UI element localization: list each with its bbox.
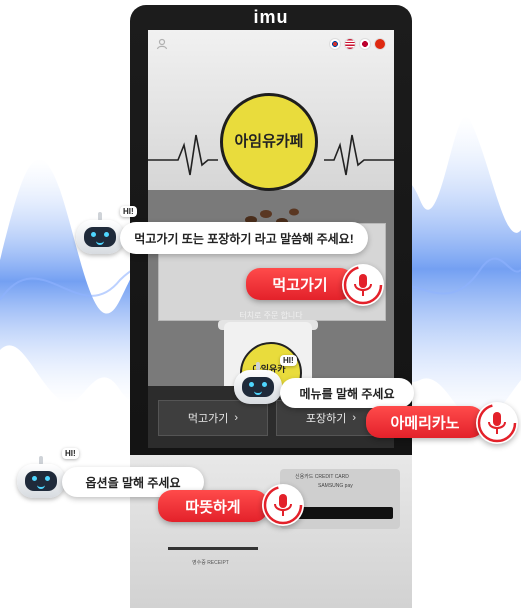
hi-badge: HI! bbox=[280, 355, 297, 366]
samsung-pay-label: SAMSUNG pay bbox=[318, 483, 353, 489]
robot-icon bbox=[234, 362, 282, 406]
voice-answer-bubble: 따뜻하게 bbox=[158, 490, 268, 522]
flag-usa-icon[interactable] bbox=[344, 38, 356, 50]
voice-answer-bubble: 아메리카노 bbox=[366, 406, 484, 438]
receipt-label: 영수증 RECEIPT bbox=[192, 560, 229, 566]
voice-prompt-bubble: 먹고가기 또는 포장하기 라고 말씀해 주세요! bbox=[120, 222, 368, 254]
language-selector[interactable] bbox=[329, 38, 386, 50]
card-reader-label: 신용카드 CREDIT CARD bbox=[295, 474, 349, 480]
receipt-slot bbox=[168, 547, 258, 550]
voice-prompt-bubble: 메뉴를 말해 주세요 bbox=[280, 378, 414, 408]
microphone-icon bbox=[343, 265, 383, 305]
flag-korea-icon[interactable] bbox=[329, 38, 341, 50]
person-icon[interactable] bbox=[156, 38, 170, 52]
cafe-logo-text: 아임유카페 bbox=[234, 133, 304, 150]
kiosk-brand: imu bbox=[253, 7, 289, 27]
cafe-logo: 아임유카페 bbox=[220, 93, 318, 191]
voice-answer-bubble: 먹고가기 bbox=[246, 268, 354, 300]
mic-button[interactable] bbox=[262, 484, 304, 526]
mic-button[interactable] bbox=[476, 402, 518, 444]
packaging-button-label: 포장하기 bbox=[305, 413, 347, 425]
robot-icon bbox=[76, 212, 124, 256]
flag-japan-icon[interactable] bbox=[359, 38, 371, 50]
chevron-right-icon: › bbox=[352, 412, 357, 424]
hi-badge: HI! bbox=[62, 448, 79, 459]
robot-icon bbox=[17, 456, 65, 500]
hi-badge: HI! bbox=[120, 206, 137, 217]
mic-button[interactable] bbox=[342, 264, 384, 306]
flag-china-icon[interactable] bbox=[374, 38, 386, 50]
microphone-icon bbox=[477, 403, 517, 443]
chevron-right-icon: › bbox=[234, 412, 239, 424]
takeout-button-label: 먹고가기 bbox=[187, 413, 229, 425]
microphone-icon bbox=[263, 485, 303, 525]
card-slot[interactable] bbox=[298, 507, 393, 519]
